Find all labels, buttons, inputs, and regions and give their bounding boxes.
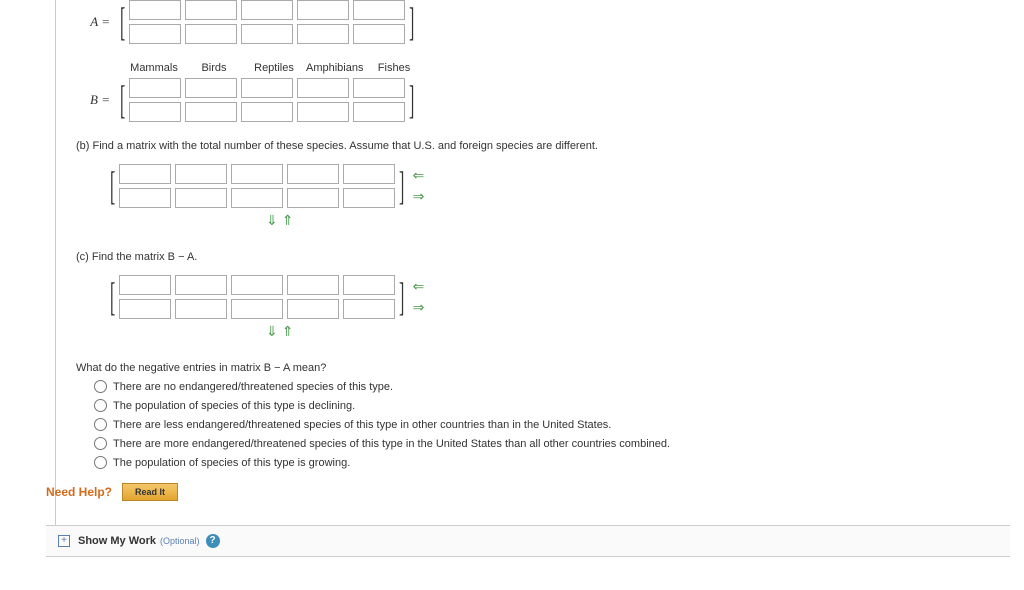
header-amphibians: Amphibians bbox=[306, 62, 362, 74]
radio-option-1[interactable] bbox=[94, 399, 107, 412]
radio-option-2[interactable] bbox=[94, 418, 107, 431]
radio-option-4[interactable] bbox=[94, 456, 107, 469]
matrix-partb-cell[interactable] bbox=[287, 188, 339, 208]
arrow-up-icon[interactable]: ⇑ bbox=[282, 323, 294, 340]
expand-icon[interactable]: + bbox=[58, 535, 70, 547]
bracket-right-icon: ] bbox=[409, 82, 414, 118]
matrix-partc-cell[interactable] bbox=[287, 275, 339, 295]
matrix-a-cell[interactable] bbox=[241, 24, 293, 44]
matrix-a-cell[interactable] bbox=[353, 24, 405, 44]
matrix-partc-row: [ bbox=[106, 275, 1015, 319]
matrix-partc: [ bbox=[106, 275, 409, 319]
arrow-up-icon[interactable]: ⇑ bbox=[282, 212, 294, 229]
radio-label: There are less endangered/threatened spe… bbox=[113, 419, 611, 431]
question-prompt: What do the negative entries in matrix B… bbox=[76, 362, 1015, 374]
matrix-b-label: B = bbox=[76, 92, 110, 108]
arrow-right-icon[interactable]: ⇒ bbox=[413, 188, 425, 205]
bracket-right-icon: ] bbox=[399, 168, 404, 204]
matrix-b-cell[interactable] bbox=[241, 78, 293, 98]
need-help-row: Need Help? Read It bbox=[46, 483, 1015, 501]
matrix-a: [ bbox=[116, 0, 419, 44]
matrix-partc-cell[interactable] bbox=[175, 275, 227, 295]
matrix-a-cell[interactable] bbox=[129, 0, 181, 20]
radio-item: The population of species of this type i… bbox=[94, 456, 1015, 469]
matrix-partc-cell[interactable] bbox=[343, 275, 395, 295]
radio-group: There are no endangered/threatened speci… bbox=[94, 380, 1015, 469]
matrix-b: [ bbox=[116, 78, 419, 122]
matrix-b-row: B = [ bbox=[76, 78, 1015, 122]
part-b-prompt: (b) Find a matrix with the total number … bbox=[76, 140, 1015, 152]
matrix-partb-cell[interactable] bbox=[231, 188, 283, 208]
radio-label: The population of species of this type i… bbox=[113, 400, 355, 412]
bracket-right-icon: ] bbox=[409, 4, 414, 40]
radio-label: The population of species of this type i… bbox=[113, 457, 350, 469]
matrix-partc-cell[interactable] bbox=[119, 275, 171, 295]
matrix-partb-cell[interactable] bbox=[119, 164, 171, 184]
matrix-a-cell[interactable] bbox=[185, 0, 237, 20]
matrix-b-headers: Mammals Birds Reptiles Amphibians Fishes bbox=[126, 62, 1015, 74]
arrow-left-icon[interactable]: ⇐ bbox=[413, 167, 425, 184]
matrix-partc-cell[interactable] bbox=[231, 275, 283, 295]
radio-item: There are less endangered/threatened spe… bbox=[94, 418, 1015, 431]
read-it-button[interactable]: Read It bbox=[122, 483, 178, 501]
matrix-b-cell[interactable] bbox=[129, 78, 181, 98]
arrow-down-icon[interactable]: ⇓ bbox=[266, 323, 278, 340]
need-help-label: Need Help? bbox=[46, 485, 112, 499]
matrix-b-cell[interactable] bbox=[297, 102, 349, 122]
matrix-a-cell[interactable] bbox=[185, 24, 237, 44]
matrix-partc-cell[interactable] bbox=[175, 299, 227, 319]
matrix-b-cell[interactable] bbox=[241, 102, 293, 122]
matrix-partc-cell[interactable] bbox=[343, 299, 395, 319]
matrix-b-cell[interactable] bbox=[129, 102, 181, 122]
bracket-left-icon: [ bbox=[110, 168, 115, 204]
matrix-partb-cell[interactable] bbox=[343, 164, 395, 184]
show-my-work-bar[interactable]: + Show My Work (Optional) ? bbox=[46, 525, 1010, 557]
bracket-left-icon: [ bbox=[110, 279, 115, 315]
header-fishes: Fishes bbox=[366, 62, 422, 74]
radio-item: There are no endangered/threatened speci… bbox=[94, 380, 1015, 393]
radio-option-0[interactable] bbox=[94, 380, 107, 393]
arrow-left-icon[interactable]: ⇐ bbox=[413, 278, 425, 295]
header-reptiles: Reptiles bbox=[246, 62, 302, 74]
matrix-a-row: A = [ bbox=[76, 0, 1015, 44]
matrix-b-cell[interactable] bbox=[185, 78, 237, 98]
matrix-partb: [ bbox=[106, 164, 409, 208]
radio-item: There are more endangered/threatened spe… bbox=[94, 437, 1015, 450]
header-birds: Birds bbox=[186, 62, 242, 74]
matrix-a-cell[interactable] bbox=[129, 24, 181, 44]
matrix-partb-cell[interactable] bbox=[231, 164, 283, 184]
matrix-b-cell[interactable] bbox=[185, 102, 237, 122]
radio-label: There are more endangered/threatened spe… bbox=[113, 438, 670, 450]
matrix-a-cell[interactable] bbox=[297, 24, 349, 44]
matrix-partc-cell[interactable] bbox=[287, 299, 339, 319]
matrix-a-label: A = bbox=[76, 14, 110, 30]
matrix-partb-cell[interactable] bbox=[175, 188, 227, 208]
part-c-prompt: (c) Find the matrix B − A. bbox=[76, 251, 1015, 263]
matrix-b-cell[interactable] bbox=[353, 78, 405, 98]
help-icon[interactable]: ? bbox=[206, 534, 220, 548]
bracket-right-icon: ] bbox=[399, 279, 404, 315]
matrix-b-cell[interactable] bbox=[353, 102, 405, 122]
matrix-a-cell[interactable] bbox=[297, 0, 349, 20]
bracket-left-icon: [ bbox=[120, 4, 125, 40]
matrix-partc-cell[interactable] bbox=[231, 299, 283, 319]
matrix-a-cell[interactable] bbox=[241, 0, 293, 20]
radio-label: There are no endangered/threatened speci… bbox=[113, 381, 393, 393]
arrow-down-icon[interactable]: ⇓ bbox=[266, 212, 278, 229]
radio-item: The population of species of this type i… bbox=[94, 399, 1015, 412]
show-work-optional: (Optional) bbox=[160, 536, 200, 546]
matrix-partb-cell[interactable] bbox=[343, 188, 395, 208]
bracket-left-icon: [ bbox=[120, 82, 125, 118]
matrix-partc-cell[interactable] bbox=[119, 299, 171, 319]
matrix-partb-row: [ bbox=[106, 164, 1015, 208]
radio-option-3[interactable] bbox=[94, 437, 107, 450]
arrow-right-icon[interactable]: ⇒ bbox=[413, 299, 425, 316]
matrix-partb-cell[interactable] bbox=[119, 188, 171, 208]
show-work-label: Show My Work bbox=[78, 535, 156, 547]
header-mammals: Mammals bbox=[126, 62, 182, 74]
matrix-a-cell[interactable] bbox=[353, 0, 405, 20]
matrix-partb-cell[interactable] bbox=[287, 164, 339, 184]
matrix-partb-cell[interactable] bbox=[175, 164, 227, 184]
matrix-b-cell[interactable] bbox=[297, 78, 349, 98]
